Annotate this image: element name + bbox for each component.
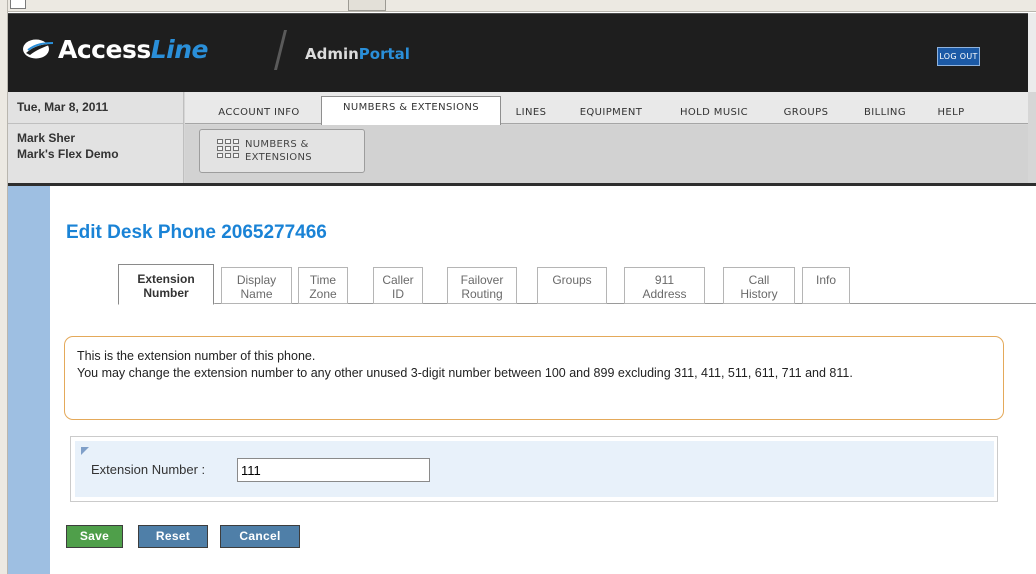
nav-tab-hold-music[interactable]: HOLD MUSIC xyxy=(669,101,759,124)
cancel-button[interactable]: Cancel xyxy=(220,525,300,548)
user-name: Mark Sher xyxy=(17,131,76,145)
tab-label-line2: ID xyxy=(392,287,404,301)
tab-label-line1: Groups xyxy=(552,273,592,287)
tab-display-name[interactable]: Display Name xyxy=(221,267,292,304)
nav-tab-help[interactable]: HELP xyxy=(929,101,973,124)
nav-tab-groups[interactable]: GROUPS xyxy=(773,101,839,124)
nav-tab-billing[interactable]: BILLING xyxy=(853,101,917,124)
account-user: Mark Sher Mark's Flex Demo xyxy=(17,130,119,162)
tab-label-line2: Number xyxy=(143,286,189,300)
tab-label-line1: Info xyxy=(815,273,836,287)
tab-label-line2: Address xyxy=(642,287,687,301)
left-sidebar-strip xyxy=(8,186,50,574)
tab-label-line1: Display xyxy=(236,273,277,287)
save-button[interactable]: Save xyxy=(66,525,123,548)
page-title: Edit Desk Phone 2065277466 xyxy=(66,222,327,243)
tab-call-history[interactable]: Call History xyxy=(723,267,795,304)
tab-failover-routing[interactable]: Failover Routing xyxy=(447,267,517,304)
nav-tab-lines[interactable]: LINES xyxy=(509,101,553,124)
tab-info[interactable]: Info xyxy=(802,267,850,304)
extension-form: Extension Number : xyxy=(70,436,998,502)
tab-extension-number[interactable]: Extension Number xyxy=(118,264,214,305)
edit-tabs: Extension Number Display Name Time Zone … xyxy=(50,264,1036,305)
browser-tab-button[interactable] xyxy=(348,0,386,11)
tab-groups[interactable]: Groups xyxy=(537,267,607,304)
main-navigation: Tue, Mar 8, 2011 Mark Sher Mark's Flex D… xyxy=(8,92,1036,185)
info-text-line1: This is the extension number of this pho… xyxy=(77,349,316,363)
info-text-line2: You may change the extension number to a… xyxy=(77,366,853,380)
nav-tab-bar: ACCOUNT INFO NUMBERS & EXTENSIONS LINES … xyxy=(185,92,1028,125)
tab-911-address[interactable]: 911 Address xyxy=(624,267,705,304)
tab-label-line1: Call xyxy=(748,273,770,287)
portal-text-admin: Admin xyxy=(305,45,359,63)
tab-label-line1: 911 xyxy=(654,273,675,287)
subnav-label-line2: EXTENSIONS xyxy=(245,152,312,163)
account-info-panel: Tue, Mar 8, 2011 Mark Sher Mark's Flex D… xyxy=(8,92,184,185)
account-name: Mark's Flex Demo xyxy=(17,147,119,161)
subnav-label: NUMBERS & EXTENSIONS xyxy=(245,138,312,164)
reset-button[interactable]: Reset xyxy=(138,525,208,548)
browser-tab-icon xyxy=(10,0,26,9)
sub-navigation: NUMBERS & EXTENSIONS xyxy=(185,125,1028,185)
help-info-box: This is the extension number of this pho… xyxy=(64,336,1004,420)
grid-icon xyxy=(217,139,241,161)
tab-label-line1: Time xyxy=(309,273,337,287)
current-date: Tue, Mar 8, 2011 xyxy=(8,92,184,124)
nav-tab-account-info[interactable]: ACCOUNT INFO xyxy=(205,101,313,124)
tab-label-line2: Name xyxy=(240,287,273,301)
corner-marker-icon xyxy=(81,447,89,455)
site-header: Access Line AdminPortal LOG OUT xyxy=(8,13,1028,92)
tab-label-line1: Extension xyxy=(137,272,195,286)
tab-label-line2: Routing xyxy=(461,287,503,301)
browser-left-border xyxy=(0,0,8,574)
tab-label-line1: Failover xyxy=(460,273,504,287)
tab-time-zone[interactable]: Time Zone xyxy=(298,267,348,304)
nav-tab-numbers-extensions[interactable]: NUMBERS & EXTENSIONS xyxy=(321,96,501,125)
logo-text-line: Line xyxy=(150,34,209,64)
browser-chrome xyxy=(0,0,1036,12)
tab-label-line2: History xyxy=(740,287,778,301)
app-root: Access Line AdminPortal LOG OUT Tue, Mar … xyxy=(0,0,1036,574)
extension-number-label: Extension Number : xyxy=(91,462,206,477)
extension-number-input[interactable] xyxy=(237,458,430,482)
admin-portal-label: AdminPortal xyxy=(305,45,410,63)
subnav-numbers-extensions-button[interactable]: NUMBERS & EXTENSIONS xyxy=(199,129,365,173)
accessline-logo[interactable]: Access Line xyxy=(22,34,208,64)
main-content: Edit Desk Phone 2065277466 Extension Num… xyxy=(50,186,1036,574)
logout-button[interactable]: LOG OUT xyxy=(937,47,980,66)
header-divider xyxy=(274,30,287,70)
nav-tab-equipment[interactable]: EQUIPMENT xyxy=(571,101,651,124)
swoosh-logo-icon xyxy=(23,39,54,59)
scrollbar-track[interactable] xyxy=(1028,13,1036,92)
subnav-label-line1: NUMBERS & xyxy=(245,139,309,150)
tab-label-line1: Caller xyxy=(382,273,414,287)
form-panel: Extension Number : xyxy=(75,441,994,497)
logo-text-access: Access xyxy=(58,34,151,64)
portal-text-portal: Portal xyxy=(358,45,410,63)
tab-caller-id[interactable]: Caller ID xyxy=(373,267,423,304)
tab-label-line2: Zone xyxy=(309,287,337,301)
